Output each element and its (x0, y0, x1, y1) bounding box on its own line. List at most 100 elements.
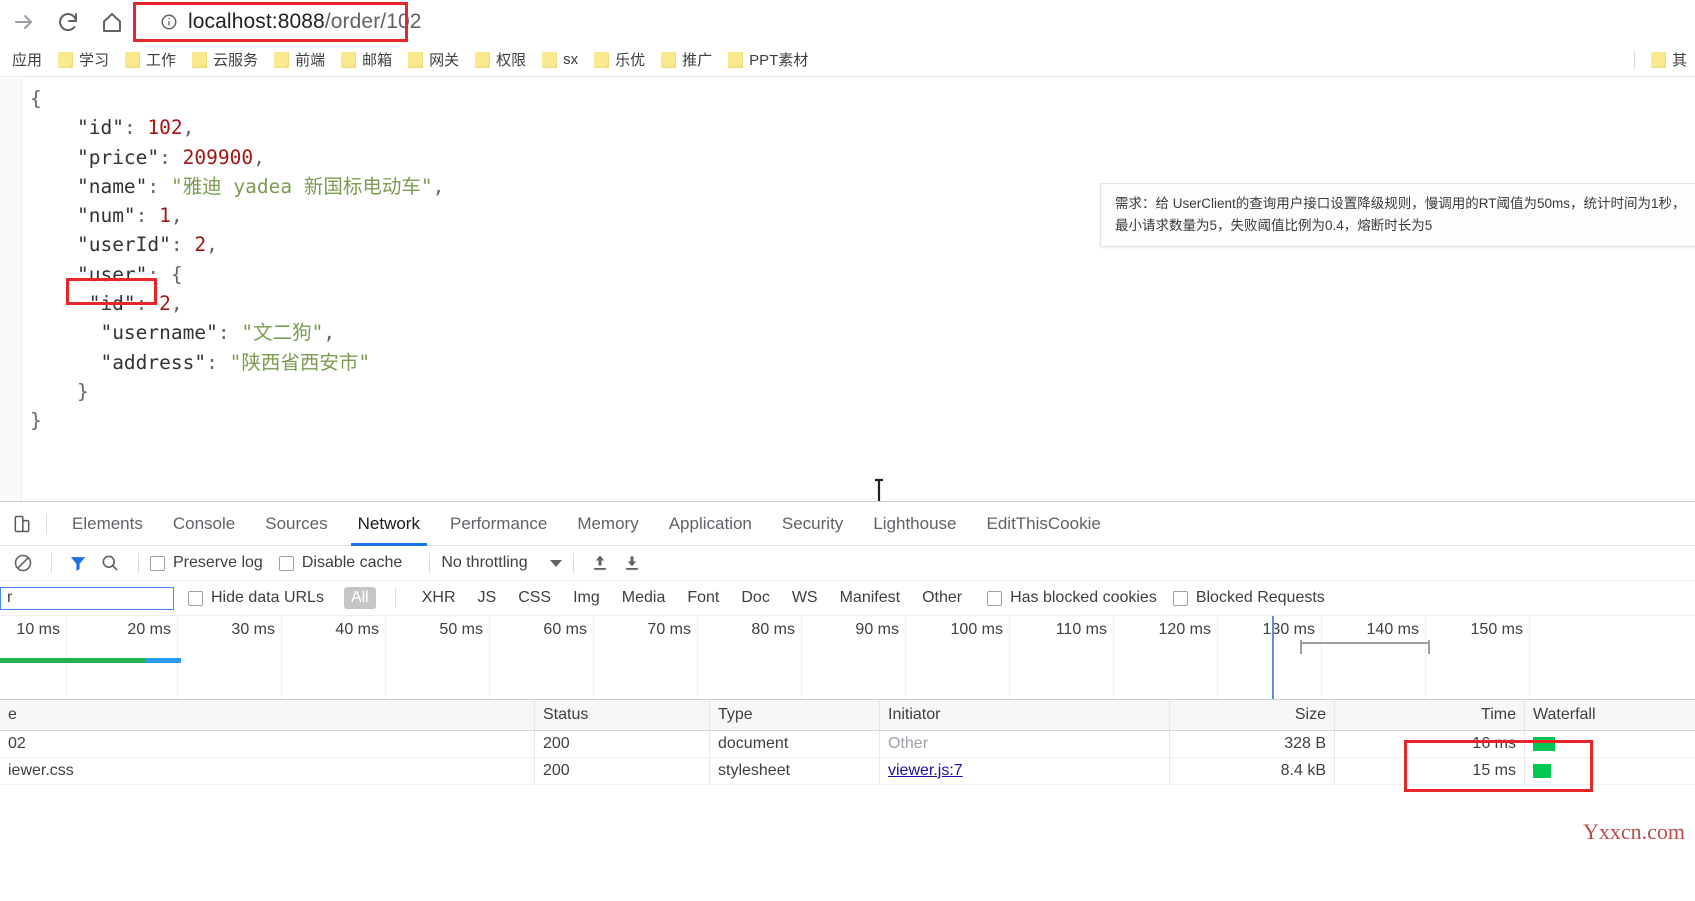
bookmark-item-3[interactable]: 前端 (266, 46, 333, 73)
timeline-blue-bar (145, 658, 181, 663)
tab-elements[interactable]: Elements (57, 502, 158, 546)
filter-type-css[interactable]: CSS (511, 587, 558, 609)
tab-sources[interactable]: Sources (250, 502, 342, 546)
cell-name[interactable]: iewer.css (0, 758, 535, 784)
column-header-initiator[interactable]: Initiator (880, 700, 1170, 730)
timeline-gridline (801, 616, 802, 699)
column-header-name[interactable]: e (0, 700, 535, 730)
table-row[interactable]: 02 200 document Other 328 B 16 ms (0, 731, 1695, 758)
filter-type-media[interactable]: Media (615, 587, 673, 609)
download-arrow-icon[interactable] (617, 549, 647, 577)
bookmark-item-2[interactable]: 云服务 (184, 46, 266, 73)
tab-network[interactable]: Network (343, 502, 435, 546)
cell-size: 328 B (1170, 731, 1335, 757)
checkbox-box[interactable] (278, 555, 294, 571)
filter-type-doc[interactable]: Doc (734, 587, 776, 609)
address-bar[interactable]: localhost:8088/order/102 (146, 4, 1646, 39)
disable-cache-checkbox[interactable]: Disable cache (278, 554, 402, 572)
tab-lighthouse[interactable]: Lighthouse (858, 502, 971, 546)
tab-memory[interactable]: Memory (562, 502, 653, 546)
filter-type-manifest[interactable]: Manifest (833, 587, 907, 609)
funnel-filter-icon[interactable] (63, 549, 93, 577)
cell-waterfall (1525, 758, 1695, 784)
has-blocked-cookies-checkbox[interactable]: Has blocked cookies (987, 589, 1157, 607)
bookmark-item-1[interactable]: 工作 (117, 46, 184, 73)
checkbox-box[interactable] (1172, 590, 1188, 606)
chevron-down-icon[interactable] (549, 559, 562, 567)
hide-data-urls-checkbox[interactable]: Hide data URLs (188, 589, 324, 607)
bookmark-overflow[interactable]: 其 (1643, 46, 1695, 73)
blocked-requests-checkbox[interactable]: Blocked Requests (1172, 589, 1325, 607)
filter-type-font[interactable]: Font (680, 587, 726, 609)
timeline-tick-label: 150 ms (1470, 621, 1523, 638)
filter-type-xhr[interactable]: XHR (415, 587, 463, 609)
device-toolbar-toggle-icon[interactable] (6, 509, 38, 539)
timeline-gridline (1425, 616, 1426, 699)
bookmark-item-9[interactable]: 推广 (653, 46, 720, 73)
browser-window: localhost:8088/order/102 应用 学习 工作 云服务 前端… (0, 0, 1695, 901)
bookmark-item-8[interactable]: 乐优 (586, 46, 653, 73)
cell-status: 200 (535, 731, 710, 757)
column-header-time[interactable]: Time (1335, 700, 1525, 730)
tab-application[interactable]: Application (654, 502, 767, 546)
folder-icon (408, 51, 424, 68)
preserve-log-checkbox[interactable]: Preserve log (150, 554, 263, 572)
tab-console[interactable]: Console (158, 502, 250, 546)
timeline-tick-label: 20 ms (127, 621, 171, 638)
throttling-dropdown[interactable]: No throttling (441, 554, 562, 572)
timeline-handle-left[interactable] (1300, 640, 1302, 654)
tab-security[interactable]: Security (767, 502, 858, 546)
watermark: Yxxcn.com (1582, 819, 1685, 844)
omnibox-wrapper: localhost:8088/order/102 (146, 4, 1695, 39)
throttling-value: No throttling (441, 554, 528, 571)
filter-type-all[interactable]: All (343, 587, 376, 609)
bookmark-item-7[interactable]: sx (534, 48, 586, 71)
info-circle-icon[interactable] (160, 13, 178, 31)
reload-icon[interactable] (48, 2, 88, 42)
json-content[interactable]: { "id": 102, "price": 209900, "name": "雅… (30, 84, 444, 436)
network-timeline-overview[interactable]: 10 ms 20 ms 30 ms 40 ms 50 ms 60 ms 70 m… (0, 616, 1695, 700)
toolbar-divider-2 (138, 553, 139, 573)
checkbox-box[interactable] (150, 555, 165, 571)
column-header-waterfall[interactable]: Waterfall (1525, 700, 1695, 730)
filter-type-js[interactable]: JS (471, 587, 504, 609)
timeline-gridline (1113, 616, 1114, 699)
filter-type-ws[interactable]: WS (785, 587, 825, 609)
bookmark-item-6[interactable]: 权限 (467, 46, 534, 73)
checkbox-box[interactable] (188, 590, 203, 606)
column-header-size[interactable]: Size (1170, 700, 1335, 730)
bookmark-item-0[interactable]: 学习 (50, 46, 117, 73)
checkbox-box[interactable] (987, 590, 1003, 606)
timeline-tick-label: 90 ms (855, 621, 899, 638)
folder-icon (274, 51, 290, 68)
filter-input[interactable] (0, 586, 174, 610)
table-row[interactable]: iewer.css 200 stylesheet viewer.js:7 8.4… (0, 758, 1695, 785)
column-header-status[interactable]: Status (535, 700, 710, 730)
initiator-link[interactable]: viewer.js:7 (888, 762, 963, 780)
tab-performance[interactable]: Performance (435, 502, 562, 546)
folder-icon (661, 51, 677, 68)
filter-type-other[interactable]: Other (915, 587, 969, 609)
tab-editthiscookie[interactable]: EditThisCookie (972, 502, 1116, 546)
bookmark-item-5[interactable]: 网关 (400, 46, 467, 73)
column-header-type[interactable]: Type (710, 700, 880, 730)
search-magnifier-icon[interactable] (95, 549, 125, 577)
arrow-forward-icon[interactable] (4, 2, 44, 42)
filter-type-img[interactable]: Img (566, 587, 607, 609)
waterfall-bar (1533, 737, 1555, 751)
timeline-gridline (1529, 616, 1530, 699)
network-filterbar: Hide data URLs All XHR JS CSS Img Media … (0, 581, 1695, 616)
network-toolbar: Preserve log Disable cache No throttling (0, 546, 1695, 581)
cell-initiator[interactable]: viewer.js:7 (880, 758, 1170, 784)
bookmark-item-10[interactable]: PPT素材 (720, 46, 816, 73)
bookmark-item-4[interactable]: 邮箱 (333, 46, 400, 73)
clear-circle-slash-icon[interactable] (8, 549, 38, 577)
timeline-selection-bar[interactable] (1300, 642, 1428, 644)
home-icon[interactable] (92, 2, 132, 42)
upload-arrow-icon[interactable] (585, 549, 615, 577)
timeline-handle-right[interactable] (1428, 640, 1430, 654)
cell-name[interactable]: 02 (0, 731, 535, 757)
timeline-gridline (385, 616, 386, 699)
dom-content-loaded-marker (1272, 616, 1274, 699)
bookmark-apps[interactable]: 应用 (4, 46, 50, 73)
